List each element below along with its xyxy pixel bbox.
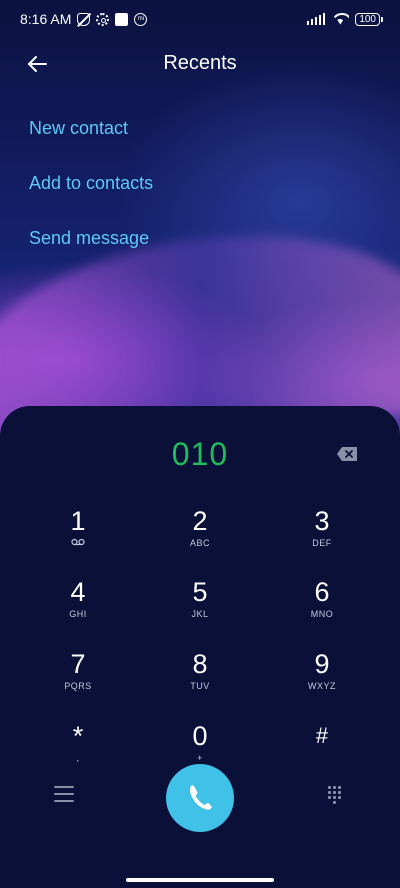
signal-icon [306, 13, 326, 25]
new-contact-link[interactable]: New contact [29, 114, 153, 169]
key-9[interactable]: 9 WXYZ [272, 649, 372, 709]
key-letters: WXYZ [308, 681, 336, 691]
key-letters: , [76, 753, 80, 763]
gear-icon [96, 12, 110, 26]
dialer-bottom-bar [0, 764, 400, 834]
voicemail-icon [28, 536, 128, 550]
dial-pad: 010 1 2 ABC 3 DEF 4 GHI 5 JKL 6 MNO 7 PQ… [0, 406, 400, 888]
mi-icon: mi [134, 12, 148, 26]
key-2[interactable]: 2 ABC [150, 506, 250, 566]
key-1[interactable]: 1 [28, 506, 128, 566]
key-7[interactable]: 7 PQRS [28, 649, 128, 709]
key-letters: PQRS [64, 681, 92, 691]
key-digit: 8 [192, 649, 208, 679]
key-8[interactable]: 8 TUV [150, 649, 250, 709]
key-digit: 3 [314, 506, 330, 536]
key-letters: DEF [312, 538, 332, 548]
call-button[interactable] [166, 764, 234, 832]
key-6[interactable]: 6 MNO [272, 577, 372, 637]
send-message-link[interactable]: Send message [29, 224, 153, 279]
key-digit: 5 [192, 577, 208, 607]
key-digit: * [72, 721, 84, 751]
key-letters: TUV [190, 681, 210, 691]
battery-icon: 100 [355, 12, 383, 26]
key-letters: MNO [310, 609, 334, 619]
key-3[interactable]: 3 DEF [272, 506, 372, 566]
key-4[interactable]: 4 GHI [28, 577, 128, 637]
key-5[interactable]: 5 JKL [150, 577, 250, 637]
home-indicator [126, 878, 274, 882]
add-to-contacts-link[interactable]: Add to contacts [29, 169, 153, 224]
square-icon [115, 12, 129, 26]
status-time: 8:16 AM [20, 11, 72, 27]
dialpad-toggle-button[interactable] [328, 786, 344, 806]
key-digit: 9 [314, 649, 330, 679]
mute-icon [77, 12, 91, 26]
key-letters: JKL [191, 609, 209, 619]
backspace-button[interactable] [336, 446, 358, 462]
key-digit: # [315, 723, 329, 748]
key-digit: 0 [192, 721, 208, 751]
menu-icon [54, 786, 74, 788]
key-digit: 4 [70, 577, 86, 607]
status-bar: 8:16 AM mi 100 [0, 0, 400, 38]
key-letters: ABC [189, 538, 210, 548]
key-digit: 7 [70, 649, 86, 679]
action-list: New contact Add to contacts Send message [29, 114, 153, 279]
wifi-icon [331, 13, 349, 26]
header: Recents [0, 42, 400, 86]
key-letters: GHI [69, 609, 87, 619]
menu-button[interactable] [54, 786, 74, 804]
key-digit: 2 [192, 506, 208, 536]
backspace-icon [337, 447, 357, 461]
phone-icon [190, 785, 212, 810]
key-digit: 1 [70, 506, 86, 536]
key-digit: 6 [314, 577, 330, 607]
page-title: Recents [163, 52, 237, 74]
key-letters: + [197, 753, 203, 763]
